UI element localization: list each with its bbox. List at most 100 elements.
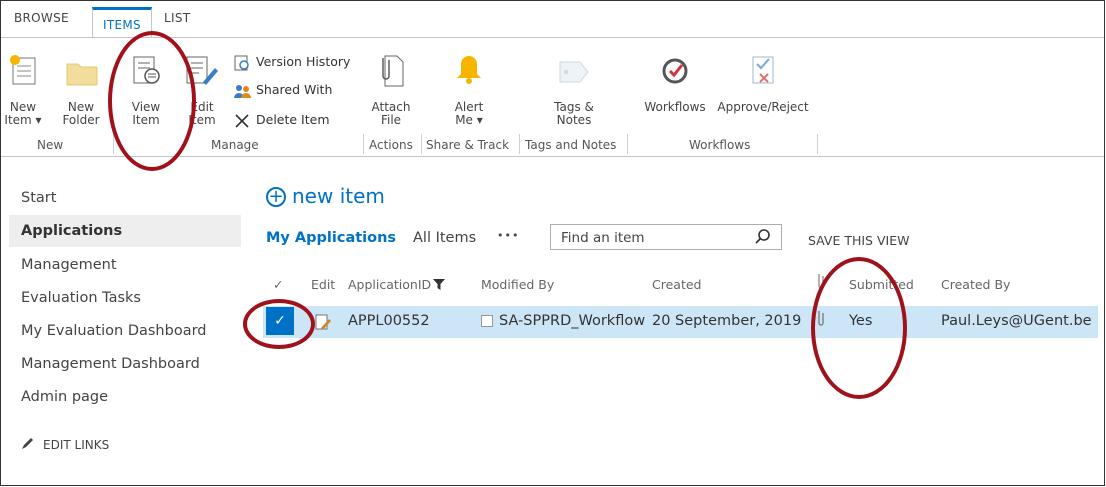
delete-x-icon xyxy=(233,113,251,129)
bell-icon xyxy=(457,56,481,84)
new-item-button[interactable]: New Item ▾ xyxy=(1,48,45,130)
cell-created-by[interactable]: Paul.Leys@UGent.be xyxy=(941,313,1092,329)
tags-notes-label-2: Notes xyxy=(556,113,592,127)
delete-item-label: Delete Item xyxy=(256,112,330,127)
attach-file-label-1: Attach xyxy=(371,100,411,114)
edit-item-button[interactable]: Edit Item xyxy=(179,48,225,130)
view-my-applications[interactable]: My Applications xyxy=(266,230,396,246)
filter-icon xyxy=(433,279,446,290)
group-separator xyxy=(363,134,364,154)
shared-with-button[interactable]: Shared With xyxy=(233,80,332,100)
attachment-icon xyxy=(818,311,824,326)
column-header-modified-by[interactable]: Modified By xyxy=(481,277,554,292)
workflows-button[interactable]: Workflows xyxy=(637,48,713,130)
ribbon: New Item ▾ New Folder View Item Edit Ite… xyxy=(1,38,1104,157)
workflows-icon xyxy=(662,58,688,84)
edit-links-label: EDIT LINKS xyxy=(43,438,110,452)
view-item-icon xyxy=(133,56,160,84)
tab-browse[interactable]: BROWSE xyxy=(14,11,69,25)
edit-pencil-icon[interactable] xyxy=(314,313,332,331)
alert-me-label-1: Alert xyxy=(454,100,484,114)
approve-reject-icon xyxy=(752,56,774,84)
ribbon-divider xyxy=(1,156,1104,157)
search-box xyxy=(550,224,782,250)
nav-item-management[interactable]: Management xyxy=(21,257,117,273)
view-item-label-1: View xyxy=(131,100,161,114)
version-history-icon xyxy=(233,55,251,71)
group-separator xyxy=(817,134,818,154)
nav-item-admin-page[interactable]: Admin page xyxy=(21,389,108,405)
new-folder-label-1: New xyxy=(67,100,95,114)
attachment-column-icon xyxy=(818,274,824,289)
new-item-link[interactable]: + new item xyxy=(266,184,385,208)
alert-me-button[interactable]: Alert Me ▾ xyxy=(441,48,497,130)
select-all-check-icon[interactable]: ✓ xyxy=(273,277,283,292)
plus-circle-icon: + xyxy=(266,187,286,207)
group-separator xyxy=(519,134,520,154)
group-label-new: New xyxy=(37,138,64,152)
nav-item-management-dashboard[interactable]: Management Dashboard xyxy=(21,356,200,372)
new-item-icon xyxy=(10,55,36,85)
tab-items[interactable]: ITEMS xyxy=(92,7,152,38)
approve-reject-label: Approve/Reject xyxy=(717,100,809,114)
attach-file-icon xyxy=(382,55,404,87)
version-history-label: Version History xyxy=(256,54,351,69)
approve-reject-button[interactable]: Approve/Reject xyxy=(713,48,813,130)
column-header-submitted[interactable]: Submitted xyxy=(849,277,914,292)
column-header-created[interactable]: Created xyxy=(652,277,701,292)
cell-application-id[interactable]: APPL00552 xyxy=(348,313,430,329)
tab-list[interactable]: LIST xyxy=(164,11,190,25)
edit-item-icon xyxy=(186,56,218,85)
column-header-created-by[interactable]: Created By xyxy=(941,277,1010,292)
group-label-share-track: Share & Track xyxy=(426,138,510,152)
folder-icon xyxy=(66,63,98,86)
new-folder-label-2: Folder xyxy=(62,113,100,127)
attach-file-button[interactable]: Attach File xyxy=(367,48,415,130)
edit-item-label-2: Item xyxy=(188,113,216,127)
cell-modified-by[interactable]: SA-SPPRD_Workflow xyxy=(499,313,645,329)
workflows-label: Workflows xyxy=(644,100,706,114)
nav-item-start[interactable]: Start xyxy=(21,190,56,206)
nav-item-evaluation-tasks[interactable]: Evaluation Tasks xyxy=(21,290,141,306)
delete-item-button[interactable]: Delete Item xyxy=(233,110,330,130)
group-label-actions: Actions xyxy=(369,138,413,152)
edit-item-label-1: Edit xyxy=(190,100,214,114)
view-item-button[interactable]: View Item xyxy=(121,48,171,130)
group-separator xyxy=(421,134,422,154)
pencil-icon xyxy=(22,438,33,449)
save-this-view-link[interactable]: SAVE THIS VIEW xyxy=(808,233,909,248)
edit-links-button[interactable]: EDIT LINKS xyxy=(21,438,109,452)
group-label-workflows: Workflows xyxy=(689,138,751,152)
column-header-applicationid-label: ApplicationID xyxy=(348,277,432,292)
cell-created: 20 September, 2019 xyxy=(652,313,802,329)
shared-with-label: Shared With xyxy=(256,82,333,97)
group-label-tags-notes: Tags and Notes xyxy=(525,138,617,152)
row-select-checkbox[interactable]: ✓ xyxy=(266,307,294,335)
version-history-button[interactable]: Version History xyxy=(233,52,350,72)
group-separator xyxy=(113,134,114,154)
tags-notes-button[interactable]: Tags & Notes xyxy=(541,48,607,130)
search-icon[interactable] xyxy=(755,229,771,245)
alert-me-label-2: Me ▾ xyxy=(455,113,483,127)
view-item-label-2: Item xyxy=(132,113,160,127)
group-separator xyxy=(627,134,628,154)
column-header-applicationid[interactable]: ApplicationID xyxy=(348,277,446,292)
tags-notes-label-1: Tags & xyxy=(554,100,594,114)
nav-item-applications[interactable]: Applications xyxy=(9,215,241,247)
presence-indicator xyxy=(481,315,493,327)
attach-file-label-2: File xyxy=(380,113,402,127)
search-input[interactable] xyxy=(559,229,753,247)
tag-icon xyxy=(559,61,589,83)
nav-item-my-evaluation-dashboard[interactable]: My Evaluation Dashboard xyxy=(21,323,206,339)
new-item-label: new item xyxy=(292,184,385,208)
more-views-ellipsis[interactable]: ••• xyxy=(497,229,519,242)
cell-submitted: Yes xyxy=(849,313,873,329)
view-all-items[interactable]: All Items xyxy=(413,230,476,246)
new-folder-button[interactable]: New Folder xyxy=(53,48,109,130)
new-item-label-1: New xyxy=(9,100,37,114)
new-item-label-2: Item ▾ xyxy=(4,113,42,127)
group-label-manage: Manage xyxy=(211,138,259,152)
sharepoint-list-window: BROWSE ITEMS LIST NewItem ▾ NewFolder xyxy=(0,0,1105,486)
shared-with-icon xyxy=(233,83,251,99)
column-header-edit[interactable]: Edit xyxy=(311,277,335,292)
